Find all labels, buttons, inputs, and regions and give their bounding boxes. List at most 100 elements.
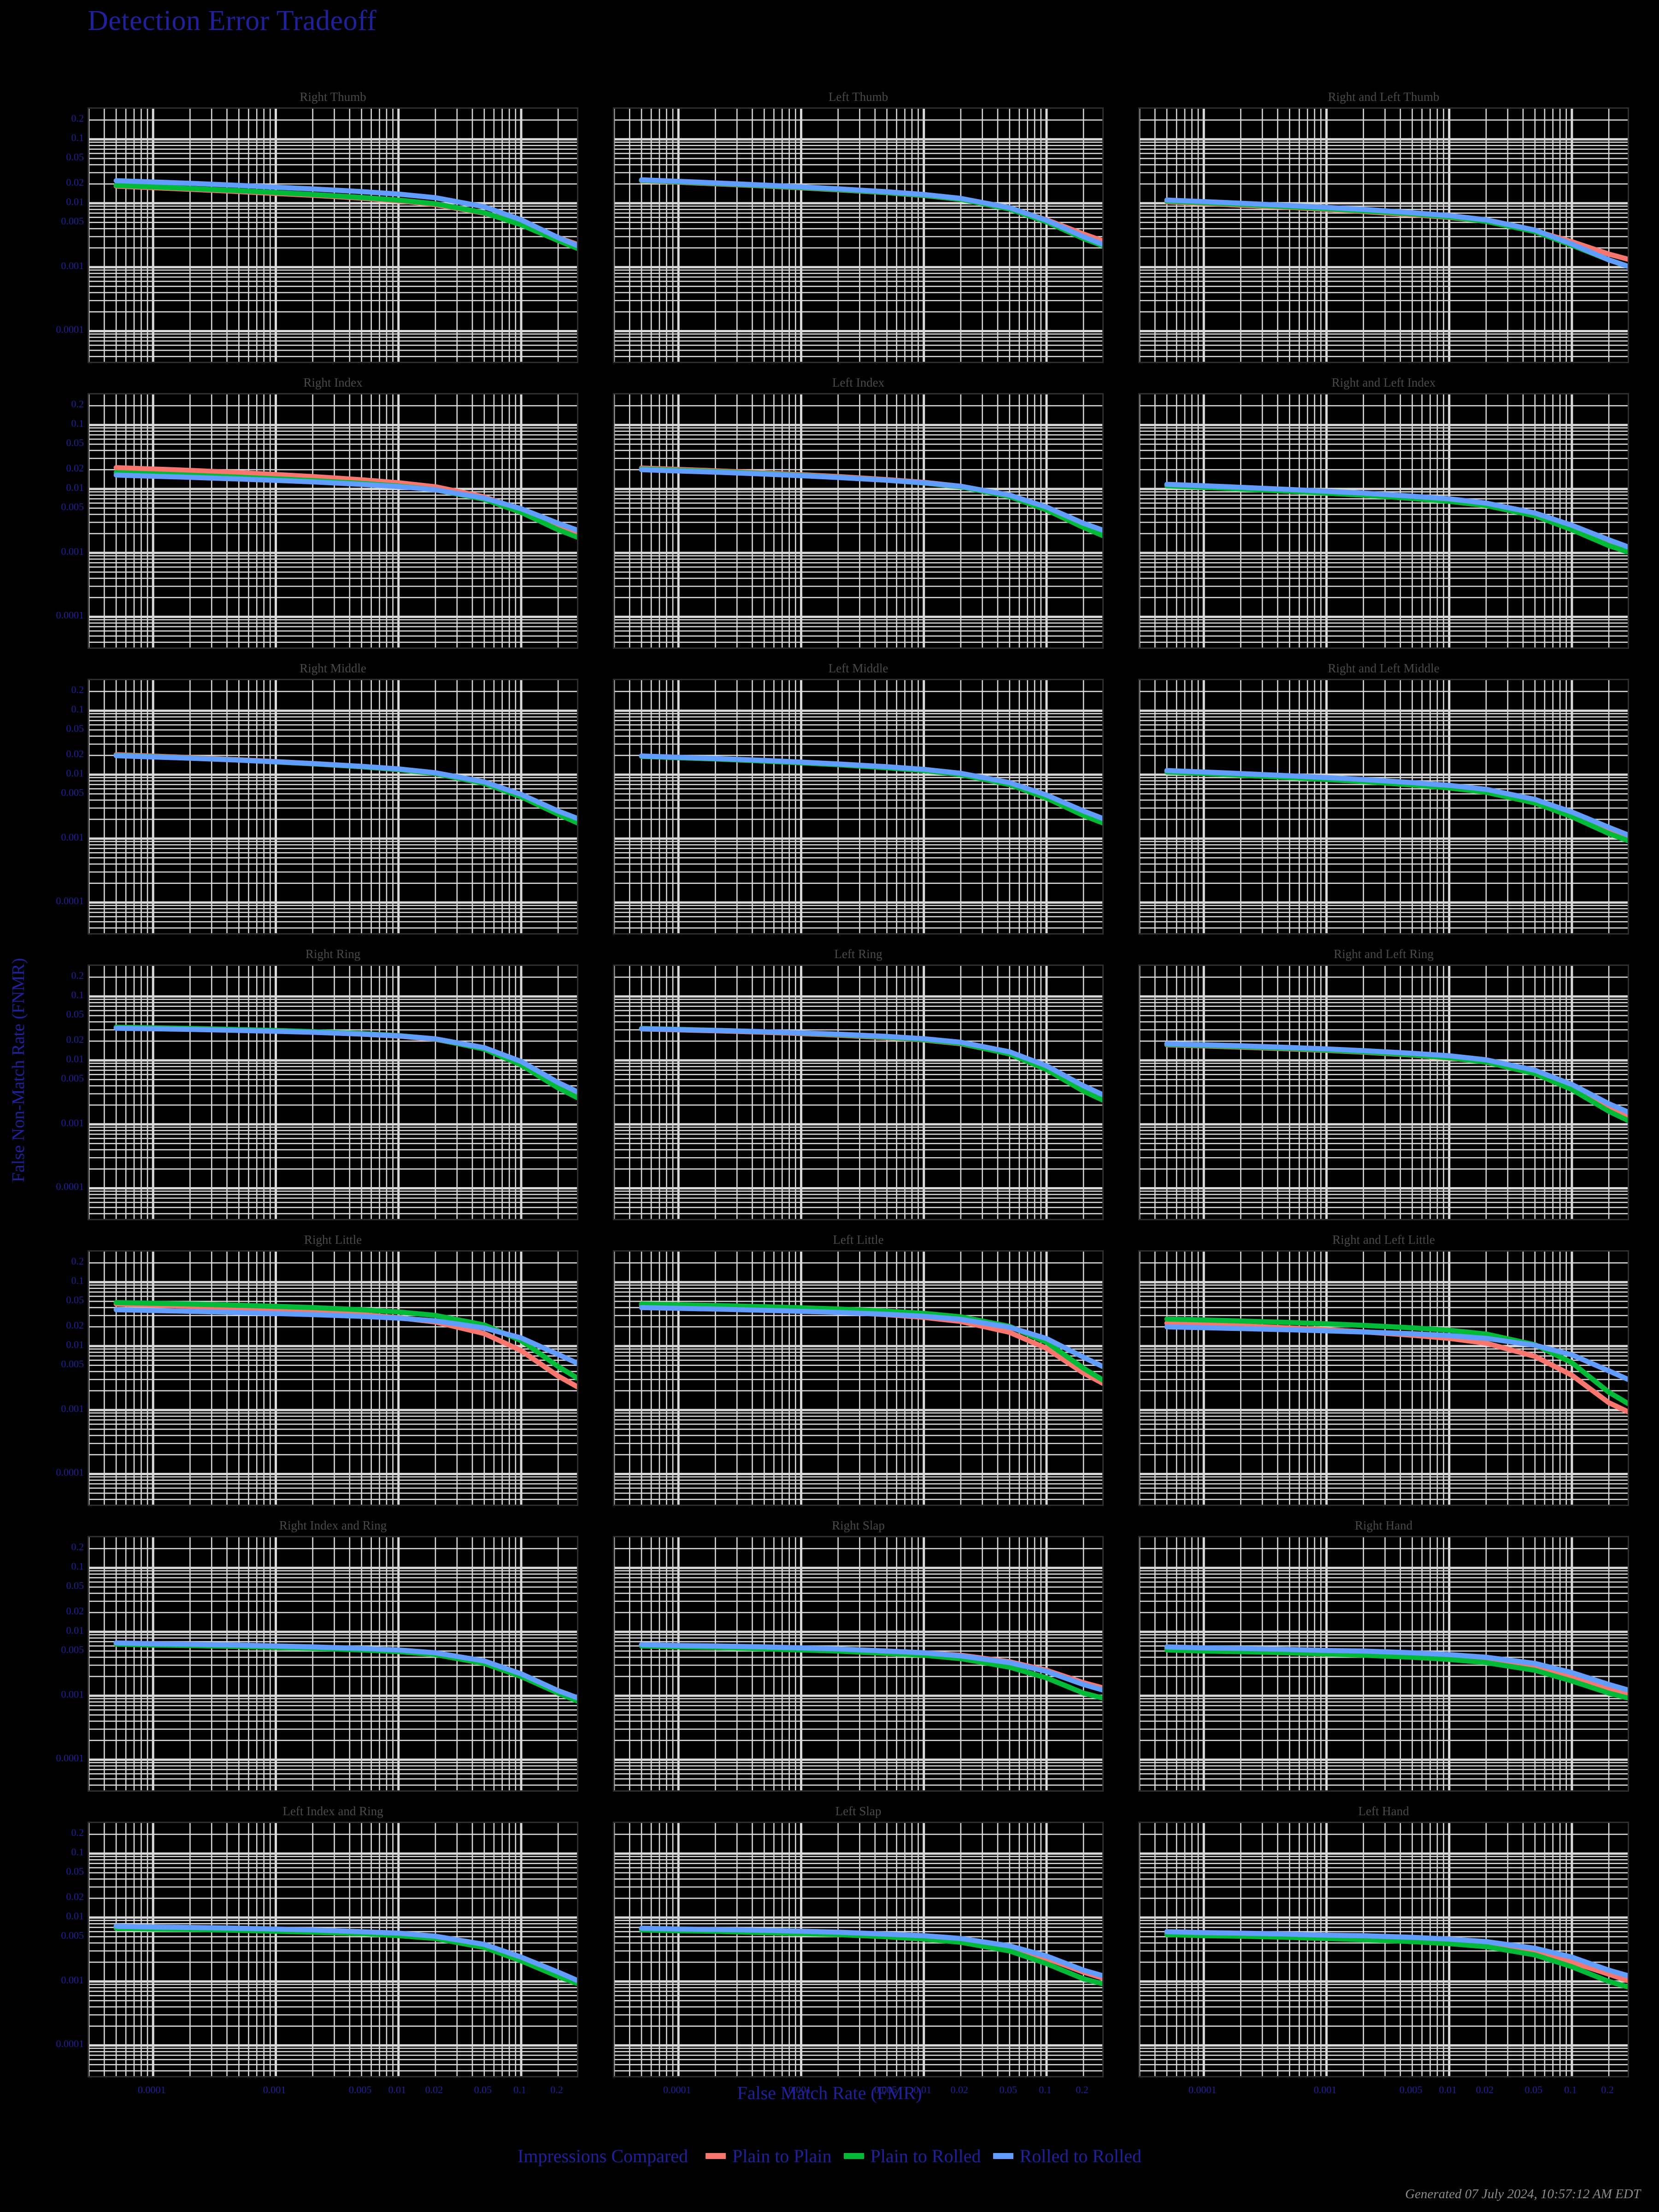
gridlines — [614, 394, 1102, 647]
y-tick-label: 0.2 — [71, 684, 84, 696]
gridlines — [614, 680, 1102, 933]
x-tick-label: 0.02 — [425, 2084, 443, 2095]
det-curves-svg — [614, 1537, 1102, 1790]
panel-title: Right and Left Middle — [1328, 661, 1440, 675]
x-tick-label: 0.2 — [550, 2084, 563, 2095]
y-tick-label: 0.001 — [61, 1688, 84, 1700]
plot-area — [88, 1250, 578, 1506]
gridlines — [89, 680, 577, 933]
y-tick-label: 0.05 — [66, 1294, 84, 1306]
y-tick-label: 0.001 — [61, 831, 84, 843]
det-curves-svg — [89, 1252, 577, 1505]
y-tick-label: 0.2 — [71, 112, 84, 124]
plot-area — [88, 107, 578, 363]
y-tick-label: 0.001 — [61, 545, 84, 557]
plot-area — [1138, 1536, 1629, 1792]
y-tick-labels: 0.2 0.1 0.05 0.02 0.01 0.005 0.001 0.0001 — [29, 393, 84, 649]
x-tick-label: 0.001 — [1313, 2084, 1337, 2095]
y-tick-label: 0.0001 — [56, 609, 84, 621]
x-tick-label: 0.05 — [1524, 2084, 1543, 2095]
y-tick-label: 0.001 — [61, 259, 84, 271]
y-tick-label: 0.001 — [61, 1117, 84, 1129]
det-curves-svg — [1140, 966, 1628, 1219]
legend-key-swatch — [993, 2153, 1013, 2159]
gridlines — [89, 966, 577, 1219]
panel-title: Left Middle — [828, 661, 888, 675]
plot-area — [613, 679, 1104, 935]
legend-entry[interactable]: Plain to Rolled — [843, 2145, 981, 2167]
x-tick-label: 0.05 — [999, 2084, 1018, 2095]
x-tick-label: 0.1 — [1564, 2084, 1577, 2095]
y-tick-label: 0.0001 — [56, 1752, 84, 1764]
det-curves-svg — [89, 966, 577, 1219]
y-tick-label: 0.005 — [61, 215, 84, 227]
plot-area — [1138, 1250, 1629, 1506]
det-curves-svg — [614, 680, 1102, 933]
gridlines — [1140, 1537, 1628, 1790]
y-tick-label: 0.01 — [66, 1053, 84, 1065]
y-tick-labels: 0.2 0.1 0.05 0.02 0.01 0.005 0.001 0.0001 — [29, 107, 84, 363]
gridlines — [614, 1252, 1102, 1505]
x-tick-label: 0.01 — [913, 2084, 931, 2095]
legend-entry[interactable]: Rolled to Rolled — [993, 2145, 1141, 2167]
y-tick-label: 0.2 — [71, 1827, 84, 1839]
det-curves-svg — [614, 109, 1102, 362]
y-tick-label: 0.05 — [66, 436, 84, 448]
y-tick-labels: 0.2 0.1 0.05 0.02 0.01 0.005 0.001 0.0001 — [29, 1536, 84, 1792]
y-tick-label: 0.1 — [71, 989, 84, 1001]
legend-entry[interactable]: Plain to Plain — [705, 2145, 832, 2167]
det-curves-svg — [89, 394, 577, 647]
gridlines — [89, 394, 577, 647]
panel-title: Right Thumb — [300, 90, 366, 104]
y-tick-label: 0.0001 — [56, 1181, 84, 1193]
x-tick-label: 0.005 — [348, 2084, 372, 2095]
generated-timestamp: Generated 07 July 2024, 10:57:12 AM EDT — [1405, 2187, 1641, 2201]
y-tick-label: 0.1 — [71, 1275, 84, 1287]
y-tick-label: 0.05 — [66, 722, 84, 734]
x-tick-label: 0.0001 — [663, 2084, 691, 2095]
panel-title: Right Slap — [832, 1518, 885, 1532]
y-tick-label: 0.1 — [71, 1560, 84, 1572]
panel-title: Left Slap — [835, 1804, 882, 1818]
y-tick-label: 0.01 — [66, 481, 84, 493]
x-tick-label: 0.02 — [1476, 2084, 1494, 2095]
det-curves-svg — [614, 1823, 1102, 2076]
panel-title: Right Little — [304, 1233, 362, 1247]
y-tick-label: 0.02 — [66, 748, 84, 760]
y-tick-labels: 0.2 0.1 0.05 0.02 0.01 0.005 0.001 0.0001 — [29, 679, 84, 935]
plot-area — [613, 965, 1104, 1220]
y-tick-labels: 0.2 0.1 0.05 0.02 0.01 0.005 0.001 0.0001 — [29, 1822, 84, 2077]
panel-title: Right and Left Little — [1332, 1233, 1435, 1247]
y-tick-label: 0.05 — [66, 1579, 84, 1591]
plot-area — [88, 393, 578, 649]
x-tick-label: 0.005 — [874, 2084, 897, 2095]
det-curves-svg — [614, 966, 1102, 1219]
x-tick-label: 0.005 — [1399, 2084, 1423, 2095]
legend: Impressions Compared Plain to Plain Plain… — [0, 2145, 1659, 2167]
y-tick-label: 0.1 — [71, 132, 84, 144]
y-tick-label: 0.005 — [61, 1358, 84, 1370]
y-tick-label: 0.005 — [61, 786, 84, 798]
det-curves-svg — [614, 394, 1102, 647]
panel-title: Right Ring — [305, 947, 361, 961]
y-tick-label: 0.1 — [71, 1846, 84, 1858]
y-tick-label: 0.005 — [61, 500, 84, 512]
panel-title: Right and Left Ring — [1334, 947, 1434, 961]
det-curves-svg — [1140, 1823, 1628, 2076]
y-tick-label: 0.0001 — [56, 1466, 84, 1478]
plot-area — [613, 393, 1104, 649]
y-tick-label: 0.2 — [71, 1541, 84, 1553]
det-curves-svg — [89, 1823, 577, 2076]
det-curves-svg — [1140, 109, 1628, 362]
y-tick-label: 0.01 — [66, 1624, 84, 1636]
panel-title: Left Hand — [1358, 1804, 1409, 1818]
y-tick-labels: 0.2 0.1 0.05 0.02 0.01 0.005 0.001 0.0001 — [29, 1250, 84, 1506]
plot-area — [1138, 393, 1629, 649]
y-tick-label: 0.2 — [71, 970, 84, 982]
panel-title: Left Little — [833, 1233, 884, 1247]
plot-area — [1138, 1822, 1629, 2077]
x-tick-label: 0.05 — [474, 2084, 492, 2095]
x-tick-label: 0.1 — [513, 2084, 526, 2095]
y-tick-label: 0.01 — [66, 195, 84, 207]
gridlines — [89, 1252, 577, 1505]
